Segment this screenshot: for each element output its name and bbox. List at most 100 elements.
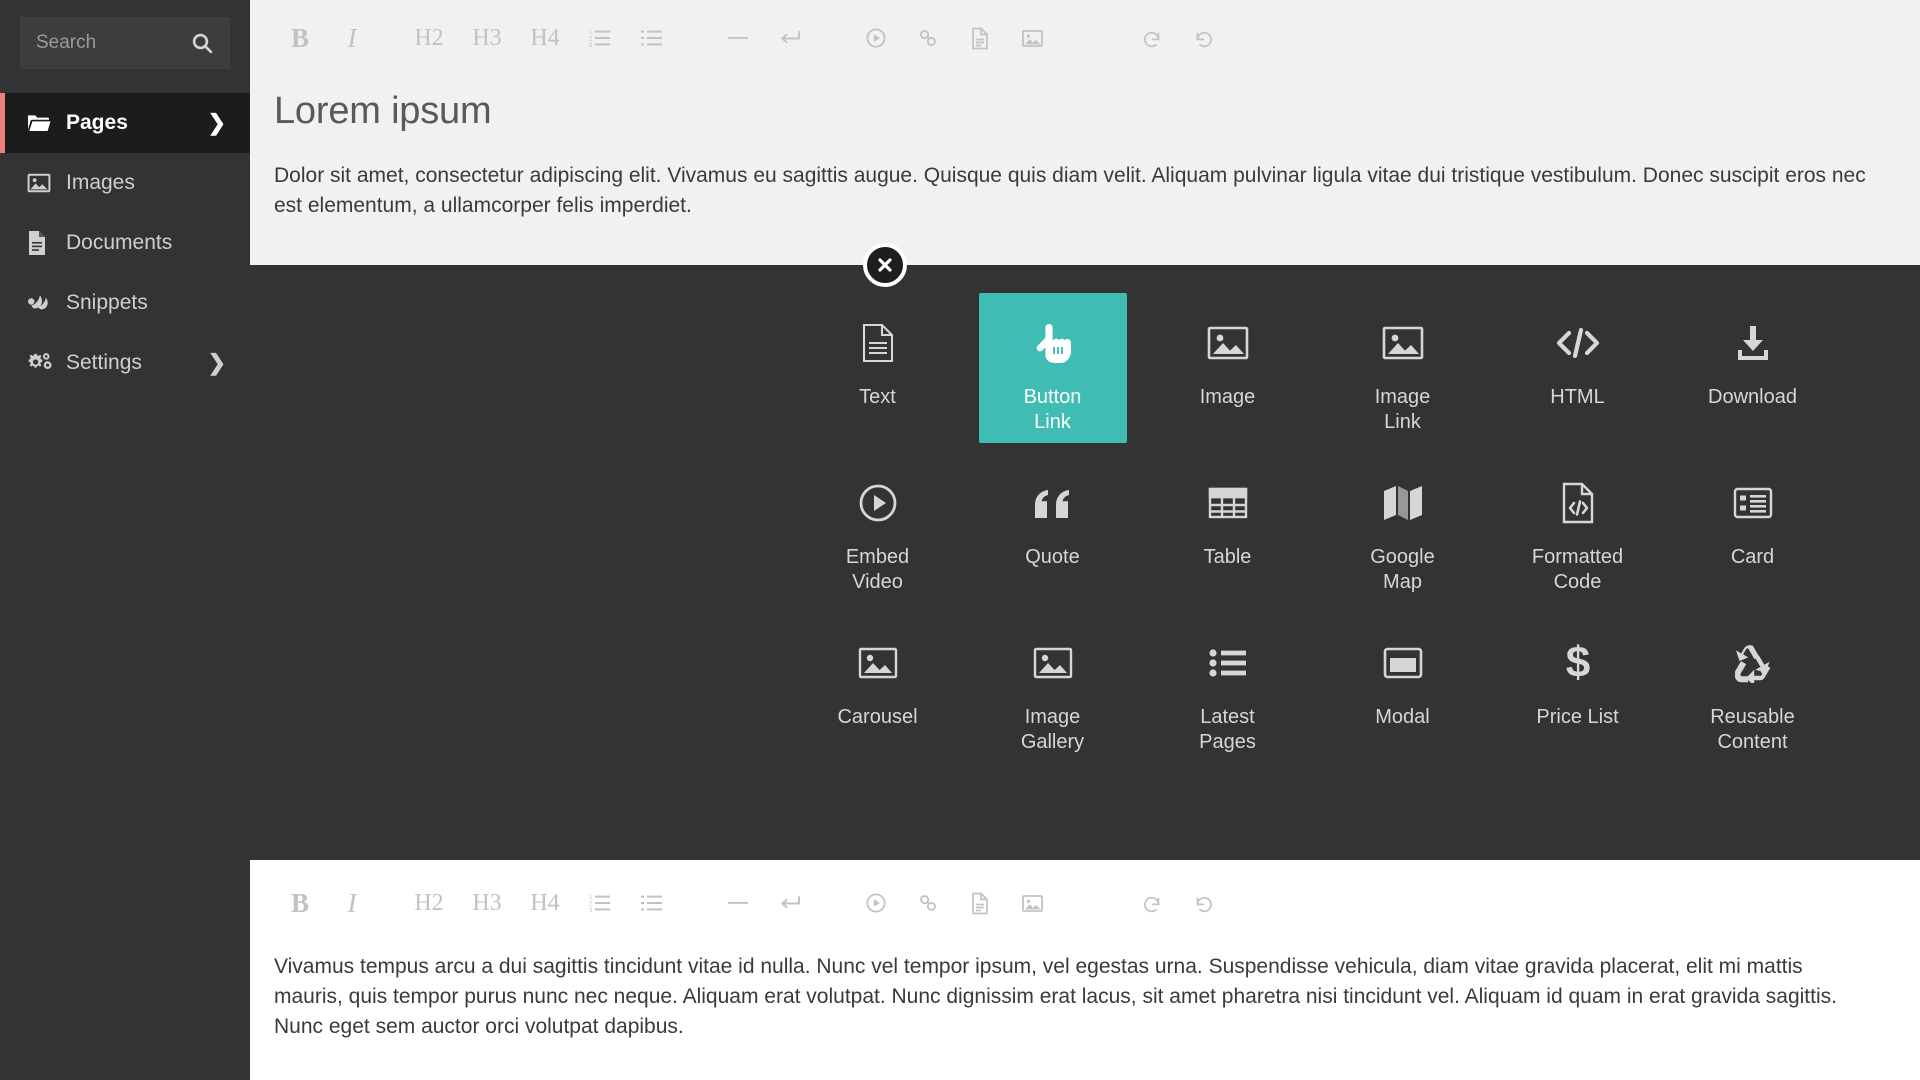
editor-bottom-paragraph[interactable]: Vivamus tempus arcu a dui sagittis tinci… (250, 946, 1910, 1041)
text-document-icon (861, 315, 895, 371)
horizontal-rule-icon[interactable] (712, 877, 764, 929)
redo-icon[interactable] (1178, 877, 1230, 929)
block-tile-google-map[interactable]: Google Map (1329, 453, 1477, 603)
sidebar-item-label: Snippets (66, 291, 148, 314)
link-icon[interactable] (902, 877, 954, 929)
sidebar-item-documents[interactable]: Documents (0, 213, 250, 273)
block-tile-download[interactable]: Download (1679, 293, 1827, 443)
block-picker-panel: Text Button Link Image Image Link HTML D… (250, 243, 1920, 860)
image-icon[interactable] (1006, 12, 1058, 64)
heading2-button[interactable]: H2 (400, 12, 458, 64)
horizontal-rule-icon[interactable] (712, 12, 764, 64)
bold-button[interactable]: B (274, 12, 326, 64)
gears-icon (27, 352, 53, 374)
svg-text:3: 3 (589, 908, 593, 913)
block-tile-label: Formatted Code (1531, 546, 1624, 594)
sidebar-item-label: Pages (66, 111, 128, 134)
undo-icon[interactable] (1126, 12, 1178, 64)
block-tile-label: Google Map (1370, 546, 1435, 594)
block-tile-label: Latest Pages (1199, 706, 1256, 754)
link-icon[interactable] (902, 12, 954, 64)
image-link-icon (1382, 315, 1424, 371)
image-icon[interactable] (1006, 877, 1058, 929)
sidebar-item-images[interactable]: Images (0, 153, 250, 213)
heading2-button[interactable]: H2 (400, 877, 458, 929)
block-tile-label: Download (1708, 386, 1797, 408)
svg-text:1: 1 (589, 30, 593, 36)
block-tile-price-list[interactable]: $ Price List (1504, 613, 1652, 763)
ordered-list-icon[interactable]: 1 2 3 (574, 12, 626, 64)
editor-toolbar-top: B I H2 H3 H4 1 2 3 (250, 0, 1920, 76)
bold-button[interactable]: B (274, 877, 326, 929)
search-icon[interactable] (190, 31, 214, 55)
block-tile-label: Image Link (1374, 386, 1431, 434)
window-icon (1383, 635, 1423, 691)
block-tile-image-link[interactable]: Image Link (1329, 293, 1477, 443)
folder-open-icon (27, 112, 53, 134)
block-tile-latest-pages[interactable]: Latest Pages (1154, 613, 1302, 763)
block-tile-table[interactable]: Table (1154, 453, 1302, 603)
block-tile-label: Quote (1025, 546, 1080, 568)
line-break-icon[interactable] (764, 877, 816, 929)
pointing-hand-icon (1035, 315, 1071, 371)
italic-button[interactable]: I (326, 12, 378, 64)
image-icon (1207, 315, 1249, 371)
undo-icon[interactable] (1126, 877, 1178, 929)
block-tile-embed-video[interactable]: Embed Video (804, 453, 952, 603)
editor-top-paragraph[interactable]: Dolor sit amet, consectetur adipiscing e… (250, 133, 1910, 221)
sidebar-nav: Pages ❯ Images Documents Snippets Settin… (0, 93, 250, 393)
block-tile-label: Card (1730, 546, 1775, 568)
sidebar-item-pages[interactable]: Pages ❯ (0, 93, 250, 153)
close-icon[interactable] (863, 243, 907, 287)
search-wrapper (0, 0, 250, 69)
ordered-list-icon[interactable]: 1 2 3 (574, 877, 626, 929)
video-icon[interactable] (850, 877, 902, 929)
download-icon (1734, 315, 1772, 371)
main-content: B I H2 H3 H4 1 2 3 Lorem ipsum Dolor sit… (250, 0, 1920, 1080)
svg-text:2: 2 (589, 902, 593, 908)
block-tile-text[interactable]: Text (804, 293, 952, 443)
recycle-icon (1732, 635, 1774, 691)
block-tile-image[interactable]: Image (1154, 293, 1302, 443)
svg-text:$: $ (1565, 641, 1589, 685)
block-tile-quote[interactable]: Quote (979, 453, 1127, 603)
italic-button[interactable]: I (326, 877, 378, 929)
snippet-icon (27, 292, 53, 314)
document-icon[interactable] (954, 12, 1006, 64)
block-tile-label: Price List (1536, 706, 1619, 728)
document-icon[interactable] (954, 877, 1006, 929)
search-input[interactable] (36, 32, 190, 54)
line-break-icon[interactable] (764, 12, 816, 64)
table-grid-icon (1208, 475, 1248, 531)
block-tile-html[interactable]: HTML (1504, 293, 1652, 443)
sidebar-item-settings[interactable]: Settings ❯ (0, 333, 250, 393)
chevron-right-icon[interactable]: ❯ (208, 350, 226, 376)
block-tile-modal[interactable]: Modal (1329, 613, 1477, 763)
card-list-icon (1733, 475, 1773, 531)
block-tile-reusable-content[interactable]: Reusable Content (1679, 613, 1827, 763)
search-box[interactable] (20, 17, 230, 69)
heading3-button[interactable]: H3 (458, 12, 516, 64)
play-circle-icon (858, 475, 898, 531)
redo-icon[interactable] (1178, 12, 1230, 64)
chevron-right-icon[interactable]: ❯ (208, 110, 226, 136)
heading4-button[interactable]: H4 (516, 12, 574, 64)
page-title[interactable]: Lorem ipsum (250, 76, 1920, 133)
block-picker-grid: Text Button Link Image Image Link HTML D… (250, 293, 1920, 763)
image-icon (1033, 635, 1073, 691)
app-root: Pages ❯ Images (0, 0, 1920, 1080)
block-tile-label: Button Link (1023, 386, 1082, 434)
block-tile-image-gallery[interactable]: Image Gallery (979, 613, 1127, 763)
block-tile-card[interactable]: Card (1679, 453, 1827, 603)
heading4-button[interactable]: H4 (516, 877, 574, 929)
heading3-button[interactable]: H3 (458, 877, 516, 929)
block-tile-button-link[interactable]: Button Link (978, 293, 1127, 443)
sidebar: Pages ❯ Images (0, 0, 250, 1080)
unordered-list-icon[interactable] (626, 877, 678, 929)
sidebar-item-snippets[interactable]: Snippets (0, 273, 250, 333)
unordered-list-icon[interactable] (626, 12, 678, 64)
dollar-sign-icon: $ (1564, 635, 1592, 691)
block-tile-formatted-code[interactable]: Formatted Code (1504, 453, 1652, 603)
video-icon[interactable] (850, 12, 902, 64)
block-tile-carousel[interactable]: Carousel (804, 613, 952, 763)
